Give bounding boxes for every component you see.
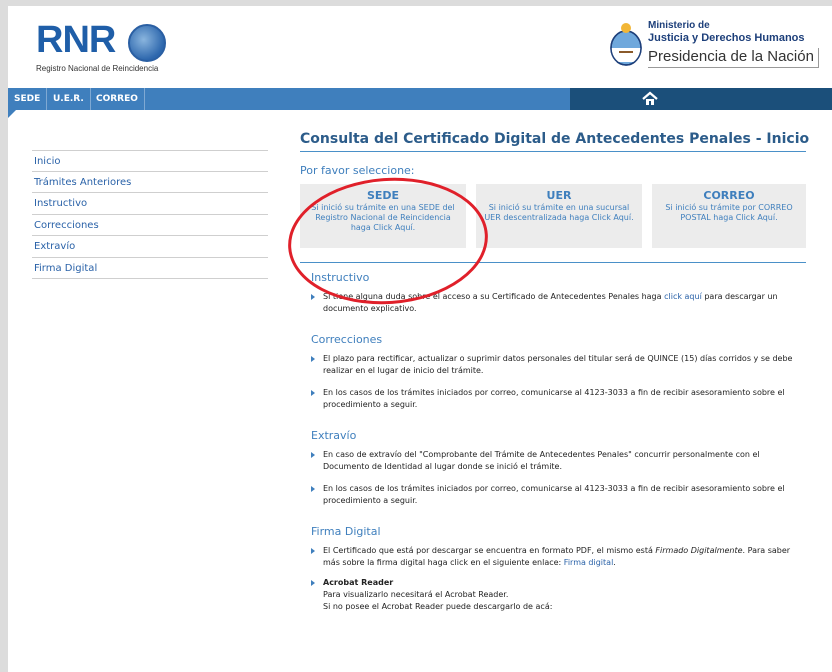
page-title: Consulta del Certificado Digital de Ante… xyxy=(300,126,809,152)
divider xyxy=(300,262,806,263)
option-correo-button[interactable]: CORREO Si inició su trámite por CORREO P… xyxy=(652,184,806,248)
rnr-logo[interactable]: RNR Registro Nacional de Reincidencia xyxy=(36,20,206,80)
nav-item-sede[interactable]: SEDE xyxy=(8,88,48,110)
option-description: Si inició su trámite por CORREO POSTAL h… xyxy=(665,203,793,222)
list-item: El plazo para rectificar, actualizar o s… xyxy=(311,353,803,377)
logo-subtitle: Registro Nacional de Reincidencia xyxy=(36,64,159,73)
ministry-line-1: Ministerio de xyxy=(648,20,710,31)
list-item: En los casos de los trámites iniciados p… xyxy=(311,483,803,507)
ministry-line-2: Justicia y Derechos Humanos xyxy=(648,32,805,44)
sidebar-item-correcciones[interactable]: Correcciones xyxy=(32,215,268,236)
bullet-arrow-icon xyxy=(311,548,315,554)
bullet-arrow-icon xyxy=(311,294,315,300)
bullet-text: Para visualizarlo necesitará el Acrobat … xyxy=(323,590,509,599)
section-title: Firma Digital xyxy=(311,525,381,538)
ministry-logo: Ministerio de Justicia y Derechos Humano… xyxy=(608,20,828,76)
bullet-text: Si no posee el Acrobat Reader puede desc… xyxy=(323,602,553,611)
header: RNR Registro Nacional de Reincidencia Mi… xyxy=(8,6,832,88)
list-item: El Certificado que está por descargar se… xyxy=(311,545,803,569)
option-description: Si inició su trámite en una SEDE del Reg… xyxy=(311,203,455,232)
sidebar: Inicio Trámites Anteriores Instructivo C… xyxy=(32,150,268,279)
choose-label: Por favor seleccione: xyxy=(300,164,415,177)
option-sede-button[interactable]: SEDE Si inició su trámite en una SEDE de… xyxy=(300,184,466,248)
bullet-arrow-icon xyxy=(311,452,315,458)
home-icon[interactable] xyxy=(642,91,658,107)
bullet-text: En los casos de los trámites iniciados p… xyxy=(323,484,785,505)
option-uer-button[interactable]: UER Si inició su trámite en una sucursal… xyxy=(476,184,642,248)
sidebar-item-firma-digital[interactable]: Firma Digital xyxy=(32,258,268,279)
option-title: CORREO xyxy=(703,189,755,202)
section-correcciones: Correcciones El plazo para rectificar, a… xyxy=(311,333,803,411)
option-title: UER xyxy=(546,189,572,202)
fingerprint-globe-icon xyxy=(128,24,166,62)
sidebar-item-tramites-anteriores[interactable]: Trámites Anteriores xyxy=(32,172,268,193)
sidebar-item-extravio[interactable]: Extravío xyxy=(32,236,268,258)
bullet-text: . xyxy=(613,558,616,567)
section-extravio: Extravío En caso de extravío del "Compro… xyxy=(311,429,803,507)
bullet-emphasis: Firmado Digitalmente xyxy=(655,546,743,555)
ministry-line-3: Presidencia de la Nación xyxy=(648,48,819,68)
bullet-arrow-icon xyxy=(311,356,315,362)
bullet-arrow-icon xyxy=(311,580,315,586)
sidebar-item-inicio[interactable]: Inicio xyxy=(32,150,268,172)
sidebar-item-instructivo[interactable]: Instructivo xyxy=(32,193,268,215)
firma-digital-link[interactable]: Firma digital xyxy=(564,558,614,567)
option-title: SEDE xyxy=(366,189,400,202)
instructivo-link[interactable]: click aquí xyxy=(664,292,702,301)
section-firma-digital: Firma Digital El Certificado que está po… xyxy=(311,525,803,613)
section-instructivo: Instructivo Si tiene alguna duda sobre e… xyxy=(311,271,803,315)
nav-item-correo[interactable]: CORREO xyxy=(90,88,145,110)
option-boxes: SEDE Si inició su trámite en una SEDE de… xyxy=(300,184,806,248)
section-title: Extravío xyxy=(311,429,357,442)
bullet-text: Si tiene alguna duda sobre el acceso a s… xyxy=(323,292,665,301)
top-nav: SEDE U.E.R. CORREO xyxy=(8,88,832,110)
section-title: Correcciones xyxy=(311,333,383,346)
nav-dark-band xyxy=(570,88,832,110)
list-item: En caso de extravío del "Comprobante del… xyxy=(311,449,803,473)
main-content: Consulta del Certificado Digital de Ante… xyxy=(300,126,809,613)
acrobat-title: Acrobat Reader xyxy=(323,578,394,587)
list-item: Acrobat Reader Para visualizarlo necesit… xyxy=(311,577,803,613)
list-item: En los casos de los trámites iniciados p… xyxy=(311,387,803,411)
bullet-arrow-icon xyxy=(311,390,315,396)
nav-corner-triangle xyxy=(8,110,16,118)
national-shield-icon xyxy=(610,23,642,66)
section-title: Instructivo xyxy=(311,271,370,284)
nav-item-uer[interactable]: U.E.R. xyxy=(47,88,91,110)
option-description: Si inició su trámite en una sucursal UER… xyxy=(484,203,634,222)
bullet-text: En caso de extravío del "Comprobante del… xyxy=(323,450,760,471)
bullet-text: El Certificado que está por descargar se… xyxy=(323,546,656,555)
bullet-arrow-icon xyxy=(311,486,315,492)
logo-text: RNR xyxy=(36,19,116,61)
page: RNR Registro Nacional de Reincidencia Mi… xyxy=(8,6,832,672)
bullet-text: En los casos de los trámites iniciados p… xyxy=(323,388,785,409)
list-item: Si tiene alguna duda sobre el acceso a s… xyxy=(311,291,803,315)
bullet-text: El plazo para rectificar, actualizar o s… xyxy=(323,354,793,375)
